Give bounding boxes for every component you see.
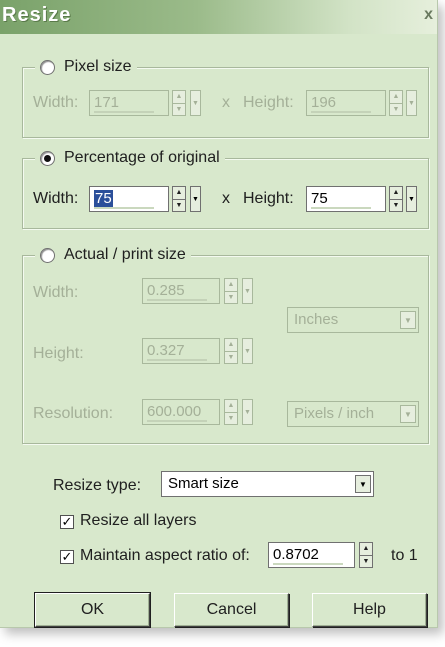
actual-height-dropdown[interactable]: ▼ [242,338,253,364]
spin-up-icon[interactable]: ▲ [390,187,402,199]
actual-height-spinner[interactable]: ▲ ▼ [224,338,238,364]
pixel-times-label: x [222,94,230,111]
resolution-units-select[interactable]: Pixels / inch ▼ [287,401,419,427]
pixel-width-spinner[interactable]: ▲ ▼ [172,90,186,116]
aspect-ratio-suffix: to 1 [391,547,418,564]
resize-all-layers-label: Resize all layers [80,512,197,529]
pixel-width-dropdown[interactable]: ▼ [190,90,201,116]
percent-width-label: Width: [33,190,79,207]
resize-dialog: Resize x Pixel size Width: 171 ▲ ▼ ▼ x H… [0,0,438,628]
percent-height-input[interactable]: 75 [306,186,386,212]
resolution-dropdown[interactable]: ▼ [242,399,253,425]
title-bar[interactable]: Resize x [0,0,437,34]
aspect-ratio-value: 0.8702 [273,546,319,563]
resolution-value: 600.000 [147,403,202,420]
pixel-height-label: Height: [243,94,294,111]
chevron-down-icon[interactable]: ▼ [355,475,371,493]
resolution-input[interactable]: 600.000 [142,399,220,425]
pixel-height-dropdown[interactable]: ▼ [406,90,417,116]
spin-up-icon[interactable]: ▲ [225,400,237,412]
resize-type-select[interactable]: Smart size ▼ [161,471,374,497]
percent-width-spinner[interactable]: ▲ ▼ [172,186,186,212]
radio-icon [40,59,55,75]
pixel-width-input[interactable]: 171 [89,90,169,116]
aspect-ratio-checkbox[interactable]: ✓ [60,550,74,564]
chevron-down-icon[interactable]: ▼ [400,311,416,329]
percentage-radio[interactable]: Percentage of original [35,147,225,169]
aspect-ratio-input[interactable]: 0.8702 [268,542,355,568]
cancel-button[interactable]: Cancel [174,593,289,627]
pixel-height-value: 196 [311,94,337,111]
units-value: Inches [294,311,339,328]
spin-up-icon[interactable]: ▲ [173,187,185,199]
pixel-size-radio[interactable]: Pixel size [35,56,137,78]
percent-width-value: 75 [94,190,113,207]
spin-up-icon[interactable]: ▲ [173,91,185,103]
actual-width-spinner[interactable]: ▲ ▼ [224,278,238,304]
help-button[interactable]: Help [312,593,427,627]
ok-button[interactable]: OK [34,592,151,628]
resize-type-label: Resize type: [53,477,142,494]
radio-selected-icon [40,150,55,166]
actual-width-value: 0.285 [147,282,185,299]
actual-width-label: Width: [33,284,79,301]
pixel-height-spinner[interactable]: ▲ ▼ [389,90,403,116]
aspect-ratio-spinner[interactable]: ▲ ▼ [359,542,373,568]
actual-size-radio[interactable]: Actual / print size [35,244,191,266]
dialog-title: Resize [2,4,72,26]
actual-width-dropdown[interactable]: ▼ [242,278,253,304]
percent-width-dropdown[interactable]: ▼ [190,186,201,212]
actual-height-value: 0.327 [147,342,185,359]
pixel-height-input[interactable]: 196 [306,90,386,116]
percentage-label: Percentage of original [64,149,220,166]
percent-height-spinner[interactable]: ▲ ▼ [389,186,403,212]
aspect-ratio-label: Maintain aspect ratio of: [80,547,250,564]
spin-down-icon[interactable]: ▼ [390,198,402,212]
spin-down-icon[interactable]: ▼ [225,350,237,364]
units-select[interactable]: Inches ▼ [287,307,419,333]
pixel-width-value: 171 [94,94,120,111]
resize-type-value: Smart size [168,475,239,492]
spin-down-icon[interactable]: ▼ [173,198,185,212]
actual-width-input[interactable]: 0.285 [142,278,220,304]
pixel-size-label: Pixel size [64,58,132,75]
pixel-width-label: Width: [33,94,79,111]
percent-times-label: x [222,190,230,207]
spin-down-icon[interactable]: ▼ [225,290,237,304]
spin-up-icon[interactable]: ▲ [225,339,237,351]
close-icon[interactable]: x [424,6,433,24]
spin-down-icon[interactable]: ▼ [173,102,185,116]
chevron-down-icon[interactable]: ▼ [400,405,416,423]
resolution-units-value: Pixels / inch [294,405,375,422]
percent-width-input[interactable]: 75 [89,186,169,212]
actual-height-label: Height: [33,345,84,362]
resolution-label: Resolution: [33,405,114,422]
spin-up-icon[interactable]: ▲ [225,279,237,291]
actual-size-label: Actual / print size [64,246,186,263]
resize-all-layers-checkbox[interactable]: ✓ [60,515,74,529]
percent-height-label: Height: [243,190,294,207]
radio-icon [40,247,55,263]
spin-down-icon[interactable]: ▼ [225,411,237,425]
spin-down-icon[interactable]: ▼ [390,102,402,116]
spin-down-icon[interactable]: ▼ [360,554,372,568]
spin-up-icon[interactable]: ▲ [360,543,372,555]
actual-height-input[interactable]: 0.327 [142,338,220,364]
percent-height-dropdown[interactable]: ▼ [406,186,417,212]
resolution-spinner[interactable]: ▲ ▼ [224,399,238,425]
percent-height-value: 75 [311,190,328,207]
spin-up-icon[interactable]: ▲ [390,91,402,103]
